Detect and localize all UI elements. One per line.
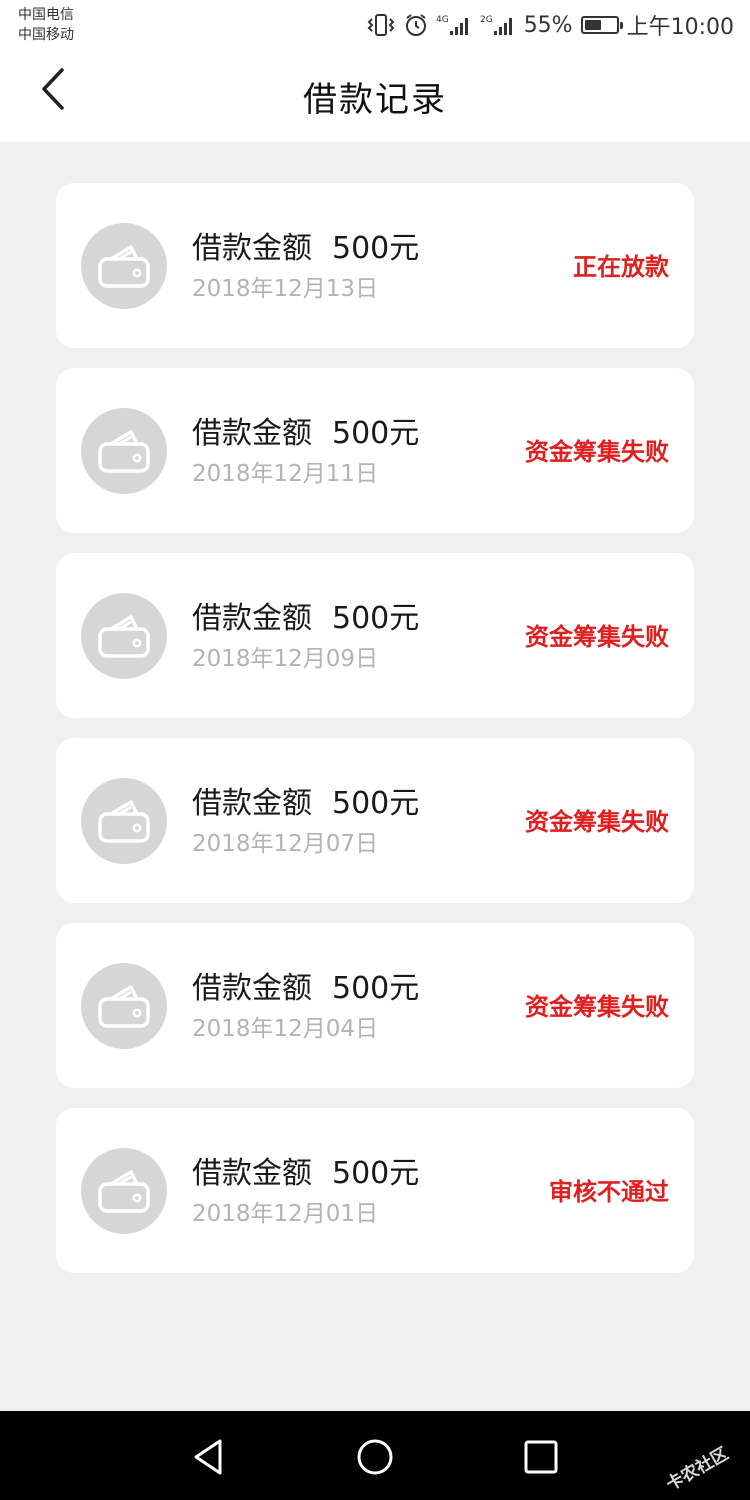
loan-record-card[interactable]: 借款金额 500元 2018年12月09日 资金筹集失败: [56, 553, 694, 718]
amount-label: 借款金额: [192, 786, 312, 821]
header: 借款记录: [0, 50, 750, 142]
record-status: 资金筹集失败: [525, 623, 669, 651]
amount-line: 借款金额 500元: [192, 408, 419, 452]
record-date: 2018年12月09日: [192, 646, 379, 672]
signal-1-icon: 4G: [436, 13, 472, 37]
amount-label: 借款金额: [192, 416, 312, 451]
page-title: 借款记录: [303, 80, 447, 120]
record-date: 2018年12月07日: [192, 831, 379, 857]
loan-record-card[interactable]: 借款金额 500元 2018年12月07日 资金筹集失败: [56, 738, 694, 903]
circle-home-icon: [357, 1439, 393, 1475]
wallet-icon: [81, 778, 167, 864]
amount-line: 借款金额 500元: [192, 778, 419, 822]
amount-label: 借款金额: [192, 601, 312, 636]
status-bar: 中国电信 中国移动 4G 2G 55% 上午10:00: [0, 0, 750, 50]
watermark-text: 卡农社区: [662, 1443, 732, 1495]
carrier-1: 中国电信: [18, 7, 74, 23]
status-icons: 4G 2G 55% 上午10:00: [366, 9, 734, 41]
battery-level-fill: [584, 20, 602, 30]
loan-record-card[interactable]: 借款金额 500元 2018年12月13日 正在放款: [56, 183, 694, 348]
record-status: 资金筹集失败: [525, 993, 669, 1021]
loan-record-card[interactable]: 借款金额 500元 2018年12月11日 资金筹集失败: [56, 368, 694, 533]
amount-value: 500元: [332, 1156, 420, 1191]
amount-line: 借款金额 500元: [192, 1148, 419, 1192]
record-status: 正在放款: [573, 253, 669, 281]
alarm-icon: [404, 13, 428, 37]
watermark-logo: 卡农社区: [642, 1421, 750, 1500]
loan-record-card[interactable]: 借款金额 500元 2018年12月01日 审核不通过: [56, 1108, 694, 1273]
wallet-icon: [81, 223, 167, 309]
loan-record-card[interactable]: 借款金额 500元 2018年12月04日 资金筹集失败: [56, 923, 694, 1088]
nav-back-button[interactable]: [186, 1435, 230, 1479]
nav-recents-button[interactable]: [519, 1435, 563, 1479]
wallet-icon: [81, 408, 167, 494]
wallet-icon: [81, 1148, 167, 1234]
amount-value: 500元: [332, 601, 420, 636]
signal-2-icon: 2G: [480, 13, 516, 37]
triangle-back-icon: [194, 1439, 222, 1475]
amount-value: 500元: [332, 971, 420, 1006]
amount-label: 借款金额: [192, 1156, 312, 1191]
amount-label: 借款金额: [192, 231, 312, 266]
record-status: 资金筹集失败: [525, 438, 669, 466]
record-status: 审核不通过: [549, 1178, 669, 1206]
amount-value: 500元: [332, 416, 420, 451]
amount-value: 500元: [332, 786, 420, 821]
record-date: 2018年12月13日: [192, 276, 379, 302]
amount-label: 借款金额: [192, 971, 312, 1006]
battery-icon: [580, 16, 623, 34]
record-date: 2018年12月01日: [192, 1201, 379, 1227]
navigation-bar: 卡农社区: [0, 1411, 750, 1500]
record-status: 资金筹集失败: [525, 808, 669, 836]
carrier-info: 中国电信 中国移动: [18, 5, 74, 45]
square-recents-icon: [524, 1440, 558, 1474]
signal-2-label: 2G: [480, 15, 493, 25]
amount-line: 借款金额 500元: [192, 963, 419, 1007]
loan-record-list: 借款金额 500元 2018年12月13日 正在放款 借款金额 500元 2018年…: [56, 183, 694, 1293]
clock: 上午10:00: [626, 15, 734, 40]
wallet-icon: [81, 963, 167, 1049]
record-date: 2018年12月04日: [192, 1016, 379, 1042]
amount-line: 借款金额 500元: [192, 593, 419, 637]
record-date: 2018年12月11日: [192, 461, 379, 487]
carrier-2: 中国移动: [18, 27, 74, 43]
nav-home-button[interactable]: [353, 1435, 397, 1479]
battery-percent: 55%: [523, 12, 573, 38]
signal-1-label: 4G: [436, 15, 449, 25]
amount-value: 500元: [332, 231, 420, 266]
amount-line: 借款金额 500元: [192, 223, 419, 267]
wallet-icon: [81, 593, 167, 679]
vibrate-icon: [366, 13, 396, 37]
